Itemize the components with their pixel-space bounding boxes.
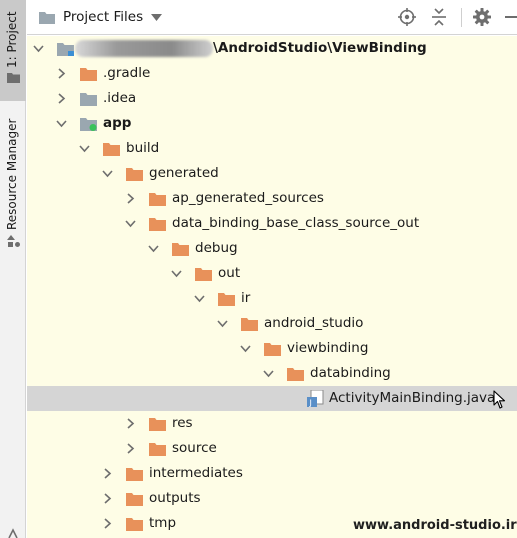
tree-row-ap-generated-sources[interactable]: ap_generated_sources — [27, 186, 517, 211]
chevron-right-icon[interactable] — [102, 493, 113, 504]
folder-icon — [57, 43, 74, 56]
tree-row-source[interactable]: source — [27, 436, 517, 461]
chevron-right-icon[interactable] — [56, 68, 67, 79]
chevron-down-icon[interactable] — [148, 243, 159, 254]
tree-row-res[interactable]: res — [27, 411, 517, 436]
tool-tab-icon[interactable] — [7, 526, 19, 538]
folder-icon — [126, 468, 143, 481]
tree-item-label: generated — [149, 165, 219, 181]
tree-item-label: .idea — [103, 90, 137, 106]
project-tool-tab[interactable]: 1: Project — [0, 0, 26, 101]
redacted-path — [75, 40, 213, 57]
java-file-icon: J — [307, 390, 324, 407]
tree-row-root[interactable]: \AndroidStudio\ViewBinding — [27, 36, 517, 61]
tree-row-outputs[interactable]: outputs — [27, 486, 517, 511]
chevron-down-icon[interactable] — [194, 293, 205, 304]
module-folder-icon — [80, 118, 97, 131]
tree-row-generated[interactable]: generated — [27, 161, 517, 186]
chevron-down-icon[interactable] — [240, 343, 251, 354]
tree-row-viewbinding[interactable]: viewbinding — [27, 336, 517, 361]
folder-icon — [287, 368, 304, 381]
tree-item-label: tmp — [149, 515, 177, 531]
folder-icon — [39, 12, 55, 24]
tree-item-label: ir — [241, 290, 251, 306]
chevron-down-icon[interactable] — [56, 118, 67, 129]
folder-icon — [126, 493, 143, 506]
tree-row-intermediates[interactable]: intermediates — [27, 461, 517, 486]
tree-item-label: debug — [195, 240, 238, 256]
folder-icon — [80, 93, 97, 106]
tree-item-label: android_studio — [264, 315, 364, 331]
chevron-right-icon[interactable] — [125, 193, 136, 204]
folder-icon — [149, 218, 166, 231]
chevron-down-icon[interactable] — [102, 168, 113, 179]
folder-icon — [149, 443, 166, 456]
chevron-right-icon[interactable] — [125, 418, 136, 429]
tree-item-label: databinding — [310, 365, 391, 381]
project-view-header: Project Files — [27, 0, 517, 35]
tree-item-label: intermediates — [149, 465, 243, 481]
project-tree: \AndroidStudio\ViewBinding .gradle .idea… — [27, 36, 517, 538]
chevron-down-icon[interactable] — [125, 218, 136, 229]
tree-item-label: ap_generated_sources — [172, 190, 324, 206]
folder-icon — [7, 73, 20, 83]
view-selector-title[interactable]: Project Files — [63, 9, 143, 25]
tree-row-app[interactable]: app — [27, 111, 517, 136]
folder-icon — [241, 318, 258, 331]
chevron-down-icon[interactable] — [217, 318, 228, 329]
folder-icon — [172, 243, 189, 256]
resource-manager-icon — [7, 235, 20, 247]
tree-item-label: source — [172, 440, 217, 456]
tool-window-strip: 1: Project Resource Manager — [0, 0, 26, 538]
tree-item-label: out — [218, 265, 241, 281]
collapse-icon[interactable] — [430, 8, 448, 26]
tree-row-ir[interactable]: ir — [27, 286, 517, 311]
svg-text:J: J — [309, 399, 312, 408]
locate-icon[interactable] — [398, 8, 416, 26]
chevron-down-icon[interactable] — [33, 43, 44, 54]
folder-icon — [195, 268, 212, 281]
watermark: www.android-studio.ir — [353, 518, 517, 533]
chevron-right-icon[interactable] — [102, 518, 113, 529]
tree-item-label: data_binding_base_class_source_out — [172, 215, 420, 231]
tree-row-data-binding-base[interactable]: data_binding_base_class_source_out — [27, 211, 517, 236]
tree-item-label: res — [172, 415, 193, 431]
chevron-down-icon[interactable] — [171, 268, 182, 279]
folder-icon — [149, 193, 166, 206]
folder-icon — [218, 293, 235, 306]
mouse-cursor-icon — [493, 390, 506, 409]
folder-icon — [80, 68, 97, 81]
tree-row-build[interactable]: build — [27, 136, 517, 161]
chevron-down-icon[interactable] — [79, 143, 90, 154]
chevron-right-icon[interactable] — [102, 468, 113, 479]
chevron-right-icon[interactable] — [56, 93, 67, 104]
tree-row-activity-main-binding[interactable]: J ActivityMainBinding.java — [27, 386, 517, 411]
tree-item-label: ActivityMainBinding.java — [329, 390, 496, 406]
folder-icon — [126, 518, 143, 531]
resource-manager-tab[interactable]: Resource Manager — [5, 118, 19, 230]
tree-row-android-studio[interactable]: android_studio — [27, 311, 517, 336]
folder-icon — [103, 143, 120, 156]
minimize-icon[interactable] — [505, 16, 517, 18]
gear-icon[interactable] — [473, 8, 491, 26]
folder-icon — [149, 418, 166, 431]
chevron-down-icon[interactable] — [151, 14, 162, 21]
tree-item-label: .gradle — [103, 65, 151, 81]
chevron-down-icon[interactable] — [263, 368, 274, 379]
tree-row-gradle[interactable]: .gradle — [27, 61, 517, 86]
root-path-label: \AndroidStudio\ViewBinding — [213, 40, 427, 56]
chevron-right-icon[interactable] — [125, 443, 136, 454]
folder-icon — [264, 343, 281, 356]
project-tab-label: 1: Project — [5, 11, 19, 68]
tree-row-debug[interactable]: debug — [27, 236, 517, 261]
tree-item-label: viewbinding — [287, 340, 369, 356]
tree-item-label: build — [126, 140, 160, 156]
toolbar-divider — [461, 8, 462, 27]
tree-row-out[interactable]: out — [27, 261, 517, 286]
tree-row-idea[interactable]: .idea — [27, 86, 517, 111]
tree-item-label: app — [103, 115, 132, 131]
tree-item-label: outputs — [149, 490, 201, 506]
tree-row-databinding[interactable]: databinding — [27, 361, 517, 386]
folder-icon — [126, 168, 143, 181]
